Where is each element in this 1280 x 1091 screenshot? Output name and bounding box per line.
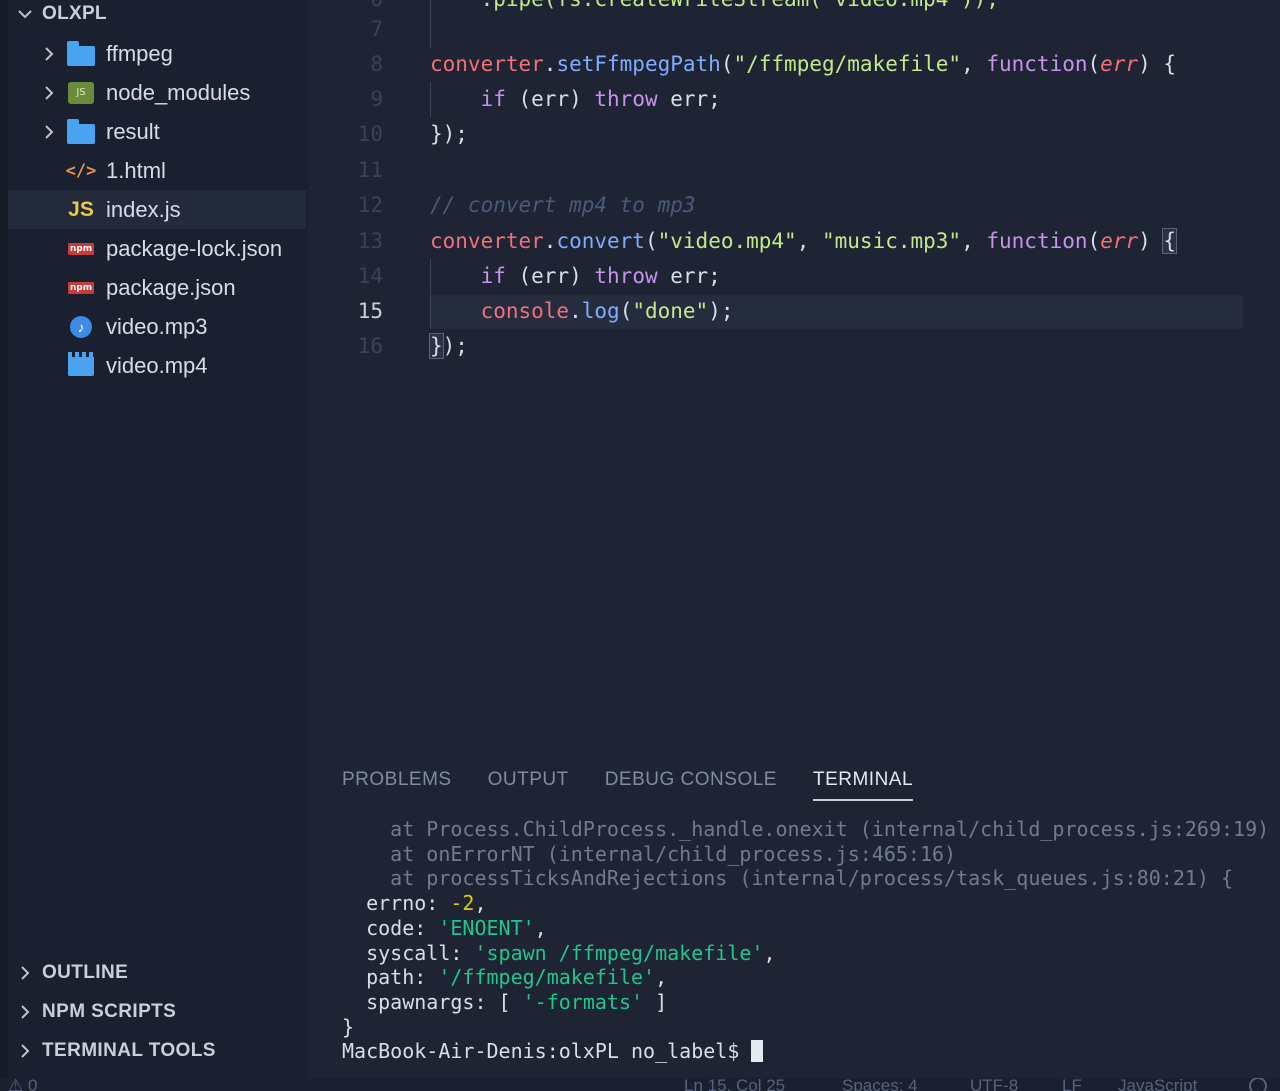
tree-item-video-mp4[interactable]: video.mp4 bbox=[8, 346, 306, 385]
tab-terminal[interactable]: TERMINAL bbox=[812, 769, 914, 801]
terminal-line: at processTicksAndRejections (internal/p… bbox=[342, 866, 1234, 891]
tree-item-label: ffmpeg bbox=[106, 40, 173, 66]
javascript-file-icon: JS bbox=[68, 197, 94, 221]
code-line: 13 converter.convert("video.mp4", "music… bbox=[308, 224, 1280, 259]
terminal-line: at onErrorNT (internal/child_process.js:… bbox=[342, 841, 957, 866]
code-comment: // convert mp4 to mp3 bbox=[430, 193, 696, 217]
code-line: 7 bbox=[308, 12, 1280, 47]
code-line: 16 }); bbox=[308, 329, 1280, 364]
section-npm-scripts-label: NPM SCRIPTS bbox=[42, 1001, 177, 1022]
tree-item-ffmpeg[interactable]: ffmpeg bbox=[8, 34, 306, 73]
code-text: if (err) throw err; bbox=[480, 264, 721, 288]
section-outline-label: OUTLINE bbox=[42, 962, 129, 983]
section-npm-scripts[interactable]: NPM SCRIPTS bbox=[16, 996, 176, 1028]
line-number: 9 bbox=[370, 87, 383, 111]
tree-item-result[interactable]: result bbox=[8, 112, 306, 151]
terminal-prompt: MacBook-Air-Denis:olxPL no_label$ bbox=[342, 1039, 752, 1064]
status-indentation[interactable]: Spaces: 4 bbox=[842, 1078, 918, 1091]
code-line: 9 if (err) throw err; bbox=[308, 82, 1280, 117]
tree-item-label: video.mp4 bbox=[106, 352, 208, 378]
tree-item-package-json[interactable]: npm package.json bbox=[8, 268, 306, 307]
npm-file-icon: npm bbox=[67, 242, 95, 255]
line-number-active: 15 bbox=[357, 299, 383, 323]
code-text: }); bbox=[429, 333, 468, 359]
tree-item-label: node_modules bbox=[106, 79, 251, 105]
chevron-right-icon bbox=[40, 123, 58, 141]
section-terminal-tools-label: TERMINAL TOOLS bbox=[42, 1040, 216, 1061]
explorer-sidebar: OLXPL ffmpeg JS node_modules result </> … bbox=[0, 0, 308, 1078]
code-text: converter.setFfmpegPath("/ffmpeg/makefil… bbox=[430, 52, 1177, 76]
line-number: 8 bbox=[370, 52, 383, 76]
tree-item-label: package-lock.json bbox=[106, 235, 283, 261]
code-line: 12 // convert mp4 to mp3 bbox=[308, 188, 1280, 223]
status-eol[interactable]: LF bbox=[1062, 1078, 1082, 1091]
code-editor[interactable]: 6 .pipe(fs.createWriteStream("video.mp4"… bbox=[308, 0, 1280, 745]
line-number: 12 bbox=[357, 193, 383, 217]
explorer-root-label: OLXPL bbox=[42, 3, 107, 24]
chevron-right-icon bbox=[16, 964, 34, 982]
html-file-icon: </> bbox=[65, 160, 97, 181]
tree-item-index-js[interactable]: JS index.js bbox=[8, 190, 306, 229]
section-terminal-tools[interactable]: TERMINAL TOOLS bbox=[16, 1035, 216, 1067]
panel-tabs: PROBLEMS OUTPUT DEBUG CONSOLE TERMINAL bbox=[342, 769, 914, 801]
chevron-right-icon bbox=[16, 1003, 34, 1021]
line-number: 11 bbox=[357, 158, 383, 182]
line-number: 13 bbox=[357, 229, 383, 253]
code-text: converter.convert("video.mp4", "music.mp… bbox=[430, 228, 1178, 254]
line-number: 10 bbox=[357, 122, 383, 146]
code-line: 14 if (err) throw err; bbox=[308, 259, 1280, 294]
chevron-right-icon bbox=[40, 84, 58, 102]
chevron-down-icon bbox=[16, 5, 34, 23]
status-encoding[interactable]: UTF-8 bbox=[970, 1078, 1018, 1091]
tab-problems[interactable]: PROBLEMS bbox=[342, 769, 452, 801]
terminal-output[interactable]: at Process.ChildProcess._handle.onexit (… bbox=[342, 817, 1280, 1064]
activity-bar-edge bbox=[0, 0, 8, 1078]
explorer-root-header[interactable]: OLXPL bbox=[16, 0, 107, 28]
status-language[interactable]: JavaScript bbox=[1118, 1078, 1197, 1091]
line-number: 16 bbox=[357, 334, 383, 358]
npm-file-icon: npm bbox=[67, 281, 95, 294]
bottom-panel: PROBLEMS OUTPUT DEBUG CONSOLE TERMINAL a… bbox=[308, 745, 1280, 1078]
tree-item-label: index.js bbox=[106, 196, 181, 222]
chevron-right-icon bbox=[16, 1042, 34, 1060]
status-cursor-position[interactable]: Ln 15, Col 25 bbox=[684, 1078, 785, 1091]
line-number: 14 bbox=[357, 264, 383, 288]
code-text: console.log("done"); bbox=[480, 299, 734, 323]
tree-item-video-mp3[interactable]: ♪ video.mp3 bbox=[8, 307, 306, 346]
code-line: 8 converter.setFfmpegPath("/ffmpeg/makef… bbox=[308, 47, 1280, 82]
tree-item-label: video.mp3 bbox=[106, 313, 208, 339]
tree-item-label: result bbox=[106, 118, 160, 144]
chevron-right-icon bbox=[40, 45, 58, 63]
tree-item-node-modules[interactable]: JS node_modules bbox=[8, 73, 306, 112]
tree-item-package-lock-json[interactable]: npm package-lock.json bbox=[8, 229, 306, 268]
video-file-icon bbox=[66, 351, 96, 379]
tree-item-label: package.json bbox=[106, 274, 236, 300]
code-line: 11 bbox=[308, 153, 1280, 188]
tree-item-1-html[interactable]: </> 1.html bbox=[8, 151, 306, 190]
code-text: if (err) throw err; bbox=[480, 87, 721, 111]
code-line: 10 }); bbox=[308, 117, 1280, 152]
code-text: }); bbox=[430, 122, 468, 146]
terminal-cursor bbox=[751, 1040, 764, 1063]
folder-icon bbox=[66, 40, 96, 67]
audio-file-icon: ♪ bbox=[66, 314, 96, 340]
status-bar: ⚠ 0 Ln 15, Col 25 Spaces: 4 UTF-8 LF Jav… bbox=[0, 1078, 1280, 1091]
tab-output[interactable]: OUTPUT bbox=[488, 769, 569, 801]
terminal-line: at Process.ChildProcess._handle.onexit (… bbox=[342, 817, 1270, 841]
status-warnings[interactable]: ⚠ 0 bbox=[8, 1078, 37, 1091]
tab-debug-console[interactable]: DEBUG CONSOLE bbox=[605, 769, 777, 801]
section-outline[interactable]: OUTLINE bbox=[16, 957, 128, 989]
line-number: 7 bbox=[370, 17, 383, 41]
feedback-icon[interactable] bbox=[1248, 1078, 1268, 1091]
code-line-current: 15 console.log("done"); bbox=[308, 294, 1280, 329]
folder-icon bbox=[66, 118, 96, 145]
terminal-line: } bbox=[342, 1014, 355, 1039]
tree-item-label: 1.html bbox=[106, 157, 166, 183]
node-folder-icon: JS bbox=[66, 80, 96, 106]
